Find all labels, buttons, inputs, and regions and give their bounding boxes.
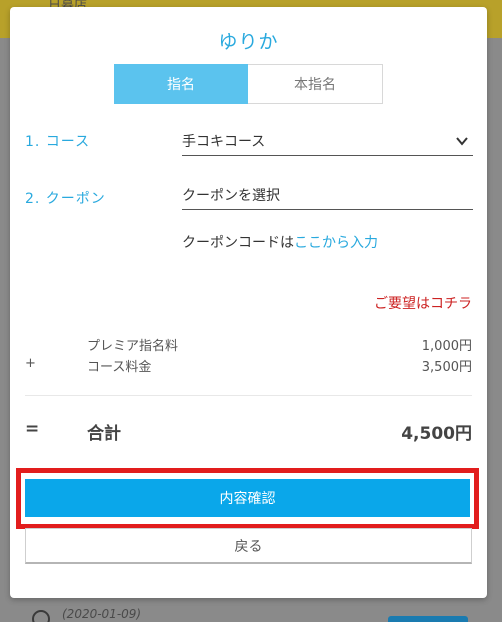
total-label: 合計: [87, 424, 121, 444]
fee-value: 1,000円: [421, 339, 472, 354]
fee-name: プレミア指名料: [87, 339, 179, 354]
fee-value: 3,500円: [421, 360, 472, 375]
total-sign: =: [25, 419, 40, 439]
course-label: 1. コース: [25, 134, 91, 150]
tab-regular-nomination[interactable]: 本指名: [248, 64, 383, 104]
chevron-down-icon: [456, 137, 468, 146]
coupon-select[interactable]: クーポンを選択: [182, 181, 473, 210]
tab-nomination[interactable]: 指名: [114, 64, 248, 104]
course-select[interactable]: 手コキコース: [182, 127, 473, 156]
confirm-button[interactable]: 内容確認: [25, 479, 470, 517]
coupon-select-value: クーポンを選択: [182, 188, 280, 204]
fee-row: + コース料金 3,500円: [25, 356, 472, 376]
coupon-label: 2. クーポン: [25, 191, 106, 207]
coupon-code-line: クーポンコードはここから入力: [182, 232, 378, 252]
total-value: 4,500円: [401, 424, 472, 444]
backdrop-date: (2020-01-09): [62, 607, 142, 621]
fee-name: コース料金: [87, 360, 152, 375]
reservation-modal: ゆりか 指名 本指名 1. コース 手コキコース 2. クーポン クーポンを選択…: [10, 7, 487, 598]
clock-icon: [32, 610, 50, 622]
divider: [25, 395, 472, 396]
total-row: = 合計 4,500円: [25, 419, 472, 444]
coupon-code-link[interactable]: ここから入力: [294, 235, 378, 251]
back-button[interactable]: 戻る: [25, 528, 472, 564]
fee-row: プレミア指名料 1,000円: [25, 335, 472, 355]
request-link[interactable]: ご要望はコチラ: [374, 293, 472, 313]
fee-sign: +: [25, 356, 36, 371]
coupon-code-prefix: クーポンコードは: [182, 235, 294, 251]
nomination-tabs: 指名 本指名: [114, 64, 383, 104]
backdrop-button: [388, 616, 468, 622]
modal-title: ゆりか: [218, 31, 279, 53]
highlight-frame: 内容確認: [16, 468, 479, 529]
course-select-value: 手コキコース: [182, 134, 266, 150]
